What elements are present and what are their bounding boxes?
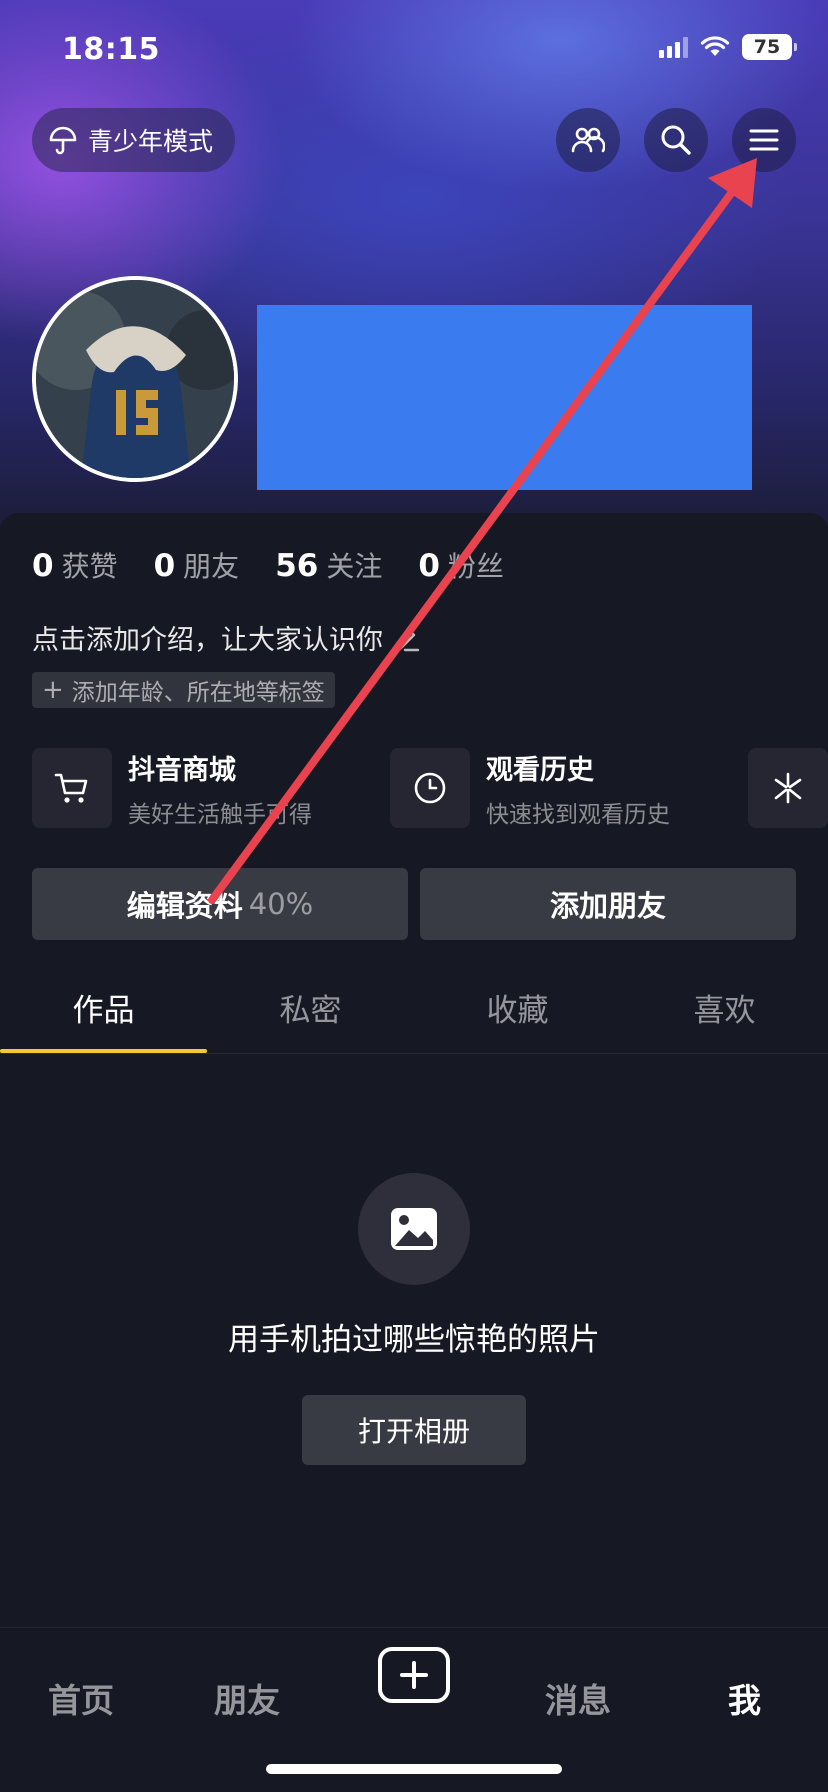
plus-icon: +	[42, 675, 64, 705]
nav-me[interactable]: 我	[728, 1674, 761, 1722]
card-title: 抖音商城	[128, 754, 236, 786]
plus-icon	[400, 1661, 428, 1689]
add-tags-chip[interactable]: + 添加年龄、所在地等标签	[32, 672, 335, 708]
card-douyin-mall[interactable]: 抖音商城 美好生活触手可得	[32, 748, 312, 828]
card-title: 观看历史	[486, 754, 594, 786]
teen-mode-label: 青少年模式	[88, 127, 214, 156]
tab-works[interactable]: 作品	[0, 962, 207, 1053]
open-album-button[interactable]: 打开相册	[302, 1395, 526, 1465]
profile-completion-percent: 40%	[248, 887, 314, 921]
menu-button[interactable]	[732, 108, 796, 172]
nav-home[interactable]: 首页	[48, 1674, 114, 1722]
username-redacted-block	[257, 305, 752, 490]
content-tabs: 作品 私密 收藏 喜欢	[0, 962, 828, 1054]
add-tags-label: 添加年龄、所在地等标签	[71, 680, 325, 706]
empty-state-text: 用手机拍过哪些惊艳的照片	[228, 1322, 600, 1358]
tab-likes[interactable]: 喜欢	[621, 962, 828, 1053]
battery-indicator: 75	[742, 34, 797, 60]
clock-icon	[390, 748, 470, 828]
bio-prompt-text: 点击添加介绍，让大家认识你	[32, 625, 383, 656]
wifi-icon	[700, 36, 730, 56]
home-indicator	[266, 1764, 562, 1774]
card-watch-history[interactable]: 观看历史 快速找到观看历史	[390, 748, 670, 828]
stat-following[interactable]: 56 关注	[275, 545, 382, 585]
teen-mode-button[interactable]: 青少年模式	[32, 108, 236, 172]
tab-private[interactable]: 私密	[207, 962, 414, 1053]
friends-button[interactable]	[556, 108, 620, 172]
add-friend-label: 添加朋友	[549, 889, 666, 923]
status-time: 18:15	[62, 32, 160, 67]
edit-profile-label: 编辑资料	[126, 889, 243, 923]
stat-likes[interactable]: 0 获赞	[32, 545, 118, 585]
avatar-image	[36, 280, 234, 478]
pencil-icon	[394, 629, 420, 651]
edit-profile-button[interactable]: 编辑资料 40%	[32, 868, 408, 940]
create-post-button[interactable]	[378, 1647, 450, 1703]
photo-icon	[358, 1173, 470, 1285]
search-button[interactable]	[644, 108, 708, 172]
feature-cards: 抖音商城 美好生活触手可得 观看历史 快速找到观看历史	[32, 748, 828, 828]
nav-messages[interactable]: 消息	[545, 1674, 611, 1722]
card-subtitle: 美好生活触手可得	[128, 801, 312, 828]
tab-favorites[interactable]: 收藏	[414, 962, 621, 1053]
search-icon	[661, 125, 691, 155]
signal-icon	[659, 36, 688, 58]
add-friend-button[interactable]: 添加朋友	[420, 868, 796, 940]
sparkle-icon	[748, 748, 828, 828]
card-more[interactable]	[748, 748, 828, 828]
people-icon	[571, 127, 605, 153]
stat-friends[interactable]: 0 朋友	[154, 545, 240, 585]
nav-friends[interactable]: 朋友	[214, 1674, 280, 1722]
umbrella-icon	[49, 126, 77, 155]
avatar[interactable]	[32, 276, 238, 482]
menu-icon	[749, 129, 779, 151]
stats-row: 0 获赞 0 朋友 56 关注 0 粉丝	[32, 545, 504, 585]
stat-followers[interactable]: 0 粉丝	[418, 545, 504, 585]
status-icons: 75	[659, 34, 797, 60]
cart-icon	[32, 748, 112, 828]
card-subtitle: 快速找到观看历史	[486, 801, 670, 828]
bio-prompt[interactable]: 点击添加介绍，让大家认识你	[32, 618, 421, 657]
